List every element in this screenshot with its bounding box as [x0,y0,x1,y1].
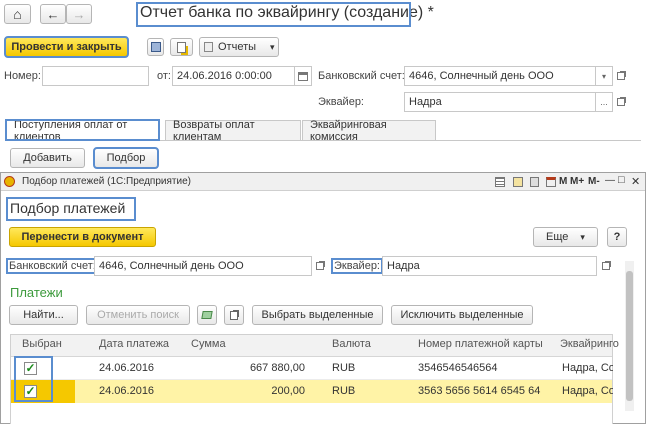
memory-add-button[interactable]: M+ [570,176,584,187]
home-button[interactable]: ⌂ [4,4,31,24]
cell-amount: 200,00 [271,385,305,397]
cell-payment-date: 24.06.2016 [99,385,155,397]
select-marked-button[interactable]: Выбрать выделенные [252,305,383,325]
back-button[interactable]: ← [40,4,66,24]
close-button[interactable]: ✕ [631,175,640,188]
cell-card-number: 3546546546564 [418,362,498,374]
find-button[interactable]: Найти... [9,305,78,325]
date-from-label: от: [157,70,171,82]
sub-acquirer-label: Эквайер: [331,258,383,274]
cell-currency: RUB [332,362,356,374]
subwindow-title: Подбор платежей (1С:Предприятие) [22,176,191,187]
mark-all-button[interactable] [197,305,217,325]
bank-account-label: Банковский счет: [318,70,405,82]
calendar-icon[interactable] [546,177,556,187]
minimize-button[interactable]: — [605,175,615,186]
home-icon: ⌂ [13,6,22,22]
calendar-button[interactable] [294,66,312,86]
col-header-amount[interactable]: Сумма [191,338,226,350]
add-button[interactable]: Добавить [10,148,85,168]
calculator-icon[interactable] [530,177,539,187]
acquirer-field[interactable]: Надра [404,92,596,112]
cell-currency: RUB [332,385,356,397]
bank-account-field[interactable]: 4646, Солнечный день ООО [404,66,596,86]
reports-icon [204,42,213,52]
list-icon[interactable] [495,177,505,187]
memory-subtract-button[interactable]: M- [588,176,600,187]
payments-section-title: Платежи [10,285,63,300]
help-button[interactable]: ? [607,227,627,247]
document-post-icon [177,41,186,53]
number-field[interactable] [42,66,149,86]
acquirer-open-button[interactable] [614,92,628,112]
calendar-icon [298,71,308,81]
select-payments-button[interactable]: Подбор [93,147,159,169]
post-button[interactable] [170,38,193,56]
sub-acquirer-open-button[interactable] [599,256,613,276]
post-and-close-button[interactable]: Провести и закрыть [4,36,129,58]
cell-card-number: 3563 5656 5614 6545 64 [418,385,541,397]
transfer-to-document-button[interactable]: Перенести в документ [9,227,156,247]
open-link-icon [617,72,625,80]
tab-client-payments[interactable]: Поступления оплат от клиентов [5,119,160,143]
scrollbar-thumb[interactable] [626,271,633,401]
bank-account-open-button[interactable] [614,66,628,86]
app-1c-icon [4,176,15,187]
reports-button[interactable]: Отчеты ▾ [199,37,279,57]
save-icon [150,42,161,52]
sub-bank-account-open-button[interactable] [313,256,327,276]
tab-client-refunds[interactable]: Возвраты оплат клиентам [165,119,301,143]
open-link-icon [316,262,324,270]
chevron-down-icon: ▾ [601,71,606,81]
row-checkbox[interactable]: ✓ [24,362,37,375]
col-header-card-number[interactable]: Номер платежной карты [418,338,543,350]
table-icon[interactable] [513,177,523,187]
window-title: Отчет банка по эквайрингу (создание) * [136,2,434,27]
ellipsis-icon: ... [600,97,608,107]
memory-m-button[interactable]: M [559,176,567,187]
more-label: Еще [546,231,569,243]
vertical-scrollbar[interactable] [625,261,634,411]
chevron-down-icon: ▾ [580,231,585,242]
number-label: Номер: [4,70,41,82]
cell-payment-date: 24.06.2016 [99,362,155,374]
acquirer-select-button[interactable]: ... [595,92,613,112]
tab-acquiring-commission[interactable]: Эквайринговая комиссия [302,119,436,143]
acquirer-label: Эквайер: [318,96,364,108]
check-list-icon [201,311,213,319]
col-header-selected[interactable]: Выбран [22,338,62,350]
sub-bank-account-field: 4646, Солнечный день ООО [94,256,312,276]
save-button[interactable] [147,38,164,56]
cell-acquirer: Надра, Сол [562,385,613,397]
col-header-payment-date[interactable]: Дата платежа [99,338,169,350]
sub-bank-account-label: Банковский счет: [6,258,99,274]
cancel-search-button[interactable]: Отменить поиск [86,305,190,325]
forward-arrow-icon: → [72,6,86,22]
copy-button[interactable] [224,305,244,325]
col-header-currency[interactable]: Валюта [332,338,371,350]
subwindow-titlebar: Подбор платежей (1С:Предприятие) M M+ M-… [1,173,645,191]
more-button[interactable]: Еще ▾ [533,227,598,247]
cell-amount: 667 880,00 [249,362,305,374]
cell-acquirer: Надра, Сол [562,362,613,374]
bank-account-dropdown[interactable]: ▾ [595,66,613,86]
back-arrow-icon: ← [46,6,60,22]
open-link-icon [617,98,625,106]
chevron-down-icon: ▾ [270,41,275,52]
date-field[interactable]: 24.06.2016 0:00:00 [172,66,295,86]
copy-icon [230,310,238,320]
subwindow-heading: Подбор платежей [6,197,136,221]
maximize-button[interactable]: □ [618,174,625,186]
forward-button[interactable]: → [66,4,92,24]
exclude-marked-button[interactable]: Исключить выделенные [391,305,533,325]
reports-label: Отчеты [218,41,257,53]
open-link-icon [602,262,610,270]
row-checkbox[interactable]: ✓ [24,385,37,398]
sub-acquirer-field: Надра [382,256,597,276]
col-header-acquirer[interactable]: Эквайринго [560,338,619,350]
